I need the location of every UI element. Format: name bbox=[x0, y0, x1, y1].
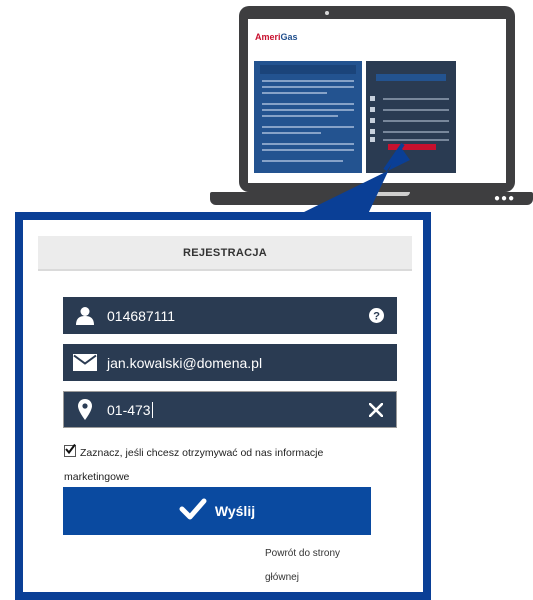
location-pin-icon bbox=[63, 391, 107, 428]
back-link-line2[interactable]: głównej bbox=[265, 566, 365, 590]
checkmark-icon bbox=[179, 498, 207, 525]
form-title: REJESTRACJA bbox=[38, 236, 412, 271]
envelope-icon bbox=[63, 344, 107, 381]
email-value[interactable]: jan.kowalski@domena.pl bbox=[107, 355, 397, 371]
help-icon[interactable]: ? bbox=[355, 297, 397, 334]
clear-icon[interactable] bbox=[355, 391, 397, 428]
consent-checkbox[interactable] bbox=[64, 443, 76, 457]
svg-text:?: ? bbox=[373, 310, 380, 322]
postal-code-input[interactable]: 01-473 bbox=[107, 401, 355, 418]
postal-code-field[interactable]: 01-473 bbox=[63, 391, 397, 428]
back-link-line1[interactable]: Powrót do strony bbox=[265, 542, 365, 566]
submit-button[interactable]: Wyślij bbox=[63, 487, 371, 535]
customer-number-field[interactable]: 014687111 ? bbox=[63, 297, 397, 334]
consent-label-line1[interactable]: Zaznacz, jeśli chcesz otrzymywać od nas … bbox=[80, 447, 323, 459]
text-cursor bbox=[151, 401, 153, 418]
email-field[interactable]: jan.kowalski@domena.pl bbox=[63, 344, 397, 381]
registration-panel: REJESTRACJA 014687111 ? jan.kowalski@dom… bbox=[15, 212, 431, 600]
customer-number-value[interactable]: 014687111 bbox=[107, 308, 355, 324]
back-to-home-link[interactable]: Powrót do strony głównej bbox=[265, 542, 365, 590]
consent-label-line2[interactable]: marketingowe bbox=[64, 466, 129, 489]
marketing-consent: Zaznacz, jeśli chcesz otrzymywać od nas … bbox=[64, 442, 364, 483]
submit-label: Wyślij bbox=[214, 503, 256, 519]
user-icon bbox=[63, 297, 107, 334]
